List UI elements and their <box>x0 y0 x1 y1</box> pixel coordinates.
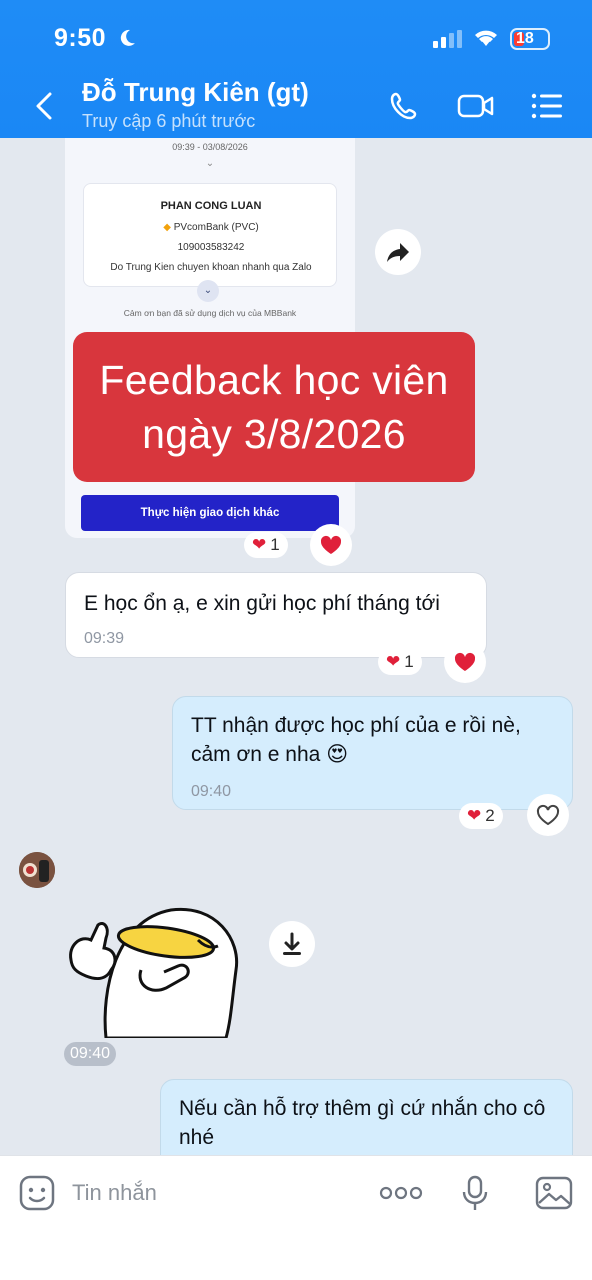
receipt-recipient: PHAN CONG LUAN <box>160 200 262 212</box>
reaction-count: 1 <box>270 535 280 554</box>
chat-header: 9:50 18 Đỗ Trung Kiên (gt) Truy cập 6 ph… <box>0 0 592 138</box>
moon-icon <box>120 29 135 46</box>
bank-logo-icon: ◆ <box>163 222 171 233</box>
heart-eyes-emoji: 😍 <box>326 743 349 766</box>
back-button[interactable] <box>30 88 60 124</box>
sticker-emoji-icon[interactable] <box>18 1174 56 1212</box>
heart-icon: ❤ <box>386 652 401 671</box>
banner-line-1: Feedback học viên <box>99 357 449 403</box>
reaction-summary[interactable]: ❤ 1 <box>378 649 422 675</box>
reaction-summary[interactable]: ❤ 1 <box>244 532 288 558</box>
heart-react-button[interactable] <box>310 524 352 566</box>
menu-icon[interactable] <box>528 88 568 124</box>
heart-icon: ❤ <box>467 806 482 825</box>
banner-line-2: ngày 3/8/2026 <box>142 411 406 457</box>
reaction-summary[interactable]: ❤ 2 <box>459 803 503 829</box>
download-icon[interactable] <box>269 921 315 967</box>
more-options-icon[interactable] <box>378 1182 424 1204</box>
receipt-bank: ◆ PVcomBank (PVC) <box>84 222 338 233</box>
contact-name[interactable]: Đỗ Trung Kiên (gt) <box>82 77 309 108</box>
receipt-other-transaction-button: Thực hiện giao dịch khác <box>81 495 339 531</box>
sticker-image[interactable] <box>66 900 242 1038</box>
message-bubble-incoming[interactable]: E học ổn ạ, e xin gửi học phí tháng tới … <box>65 572 487 658</box>
battery-level: 18 <box>516 30 534 47</box>
receipt-card: PHAN CONG LUAN ◆ PVcomBank (PVC) 1090035… <box>83 183 337 287</box>
message-text: Nếu cần hỗ trợ thêm gì cứ nhắn cho cô nh… <box>179 1097 546 1149</box>
heart-outline-react-button[interactable] <box>527 794 569 836</box>
signal-icon <box>433 30 462 48</box>
video-call-icon[interactable] <box>456 88 496 124</box>
feedback-banner: Feedback học viên ngày 3/8/2026 <box>73 332 475 482</box>
message-text: TT nhận được học phí của e rồi nè, cảm ơ… <box>191 714 521 766</box>
reaction-count: 1 <box>404 652 414 671</box>
heart-react-button[interactable] <box>444 641 486 683</box>
heart-icon: ❤ <box>252 535 267 554</box>
sticker-time: 09:40 <box>64 1042 117 1066</box>
reaction-count: 2 <box>485 806 495 825</box>
receipt-thanks: Cảm ơn bạn đã sử dụng dịch vụ của MBBank <box>123 308 297 318</box>
message-time: 09:40 <box>191 783 232 800</box>
message-bubble-outgoing[interactable]: TT nhận được học phí của e rồi nè, cảm ơ… <box>172 696 573 810</box>
chat-area[interactable]: 09:39 - 03/08/2026 ⌄ PHAN CONG LUAN ◆ PV… <box>0 138 592 1155</box>
receipt-datetime: 09:39 - 03/08/2026 <box>172 142 248 152</box>
contact-avatar[interactable] <box>19 852 55 888</box>
phone-call-icon[interactable] <box>386 88 426 124</box>
forward-share-icon[interactable] <box>375 229 421 275</box>
message-text: E học ổn ạ, e xin gửi học phí tháng tới <box>84 592 440 615</box>
image-gallery-icon[interactable] <box>534 1174 574 1212</box>
receipt-bank-name: PVcomBank (PVC) <box>173 222 259 233</box>
receipt-description: Do Trung Kien chuyen khoan nhanh qua Zal… <box>110 262 312 273</box>
wifi-icon <box>475 30 497 46</box>
voice-record-icon[interactable] <box>460 1174 490 1214</box>
battery-icon: 18 <box>510 28 550 50</box>
message-input[interactable]: Tin nhắn <box>72 1180 157 1206</box>
chevron-down-icon: ⌄ <box>205 158 215 169</box>
message-composer: Tin nhắn <box>0 1155 592 1280</box>
receipt-account: 109003583242 <box>177 242 245 253</box>
message-bubble-outgoing[interactable]: Nếu cần hỗ trợ thêm gì cứ nhắn cho cô nh… <box>160 1079 573 1155</box>
contact-status: Truy cập 6 phút trước <box>82 111 256 131</box>
expand-icon: ⌄ <box>197 280 219 302</box>
status-time: 9:50 <box>54 24 107 52</box>
